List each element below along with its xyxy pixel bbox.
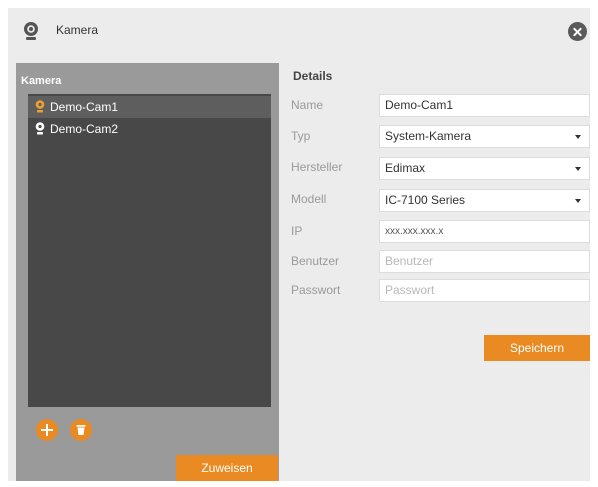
type-label: Typ [291, 129, 311, 143]
name-label: Name [291, 98, 324, 112]
chevron-down-icon [575, 199, 581, 203]
camera-name: Demo-Cam1 [50, 100, 119, 114]
details-title: Details [293, 69, 333, 83]
camera-dialog: Kamera Kamera Demo-Cam1 Demo-Cam2 Zuweis… [8, 8, 590, 481]
webcam-icon [35, 122, 45, 135]
model-value: IC-7100 Series [385, 193, 466, 207]
model-label: Modell [291, 192, 327, 206]
camera-list-panel: Kamera Demo-Cam1 Demo-Cam2 Zuweisen [16, 63, 279, 481]
delete-camera-button[interactable] [70, 419, 92, 441]
webcam-icon [35, 100, 45, 113]
manufacturer-label: Hersteller [291, 160, 343, 174]
type-select[interactable]: System-Kamera [379, 125, 590, 148]
password-field[interactable]: Passwort [379, 279, 590, 302]
assign-button[interactable]: Zuweisen [176, 455, 278, 481]
manufacturer-value: Edimax [385, 161, 426, 175]
save-button[interactable]: Speichern [484, 335, 590, 361]
chevron-down-icon [575, 167, 581, 171]
username-field[interactable]: Benutzer [379, 250, 590, 273]
camera-list[interactable]: Demo-Cam1 Demo-Cam2 [28, 94, 271, 407]
ip-label: IP [291, 224, 303, 238]
manufacturer-select[interactable]: Edimax [379, 157, 590, 180]
trash-icon [76, 425, 86, 435]
close-icon[interactable] [568, 22, 587, 41]
model-select[interactable]: IC-7100 Series [379, 189, 590, 212]
title-bar: Kamera [8, 8, 590, 50]
name-field[interactable]: Demo-Cam1 [379, 94, 590, 117]
list-item-demo-cam1[interactable]: Demo-Cam1 [28, 96, 271, 118]
chevron-down-icon [575, 135, 581, 139]
username-label: Benutzer [291, 254, 340, 268]
webcam-icon [24, 22, 38, 40]
panel-title: Kamera [21, 75, 62, 87]
add-camera-button[interactable] [36, 419, 58, 441]
ip-field[interactable]: xxx.xxx.xxx.x [379, 220, 590, 243]
list-item-demo-cam2[interactable]: Demo-Cam2 [28, 118, 271, 140]
password-label: Passwort [291, 283, 341, 297]
type-value: System-Kamera [385, 129, 472, 143]
camera-name: Demo-Cam2 [50, 122, 119, 136]
window-title: Kamera [56, 23, 99, 37]
